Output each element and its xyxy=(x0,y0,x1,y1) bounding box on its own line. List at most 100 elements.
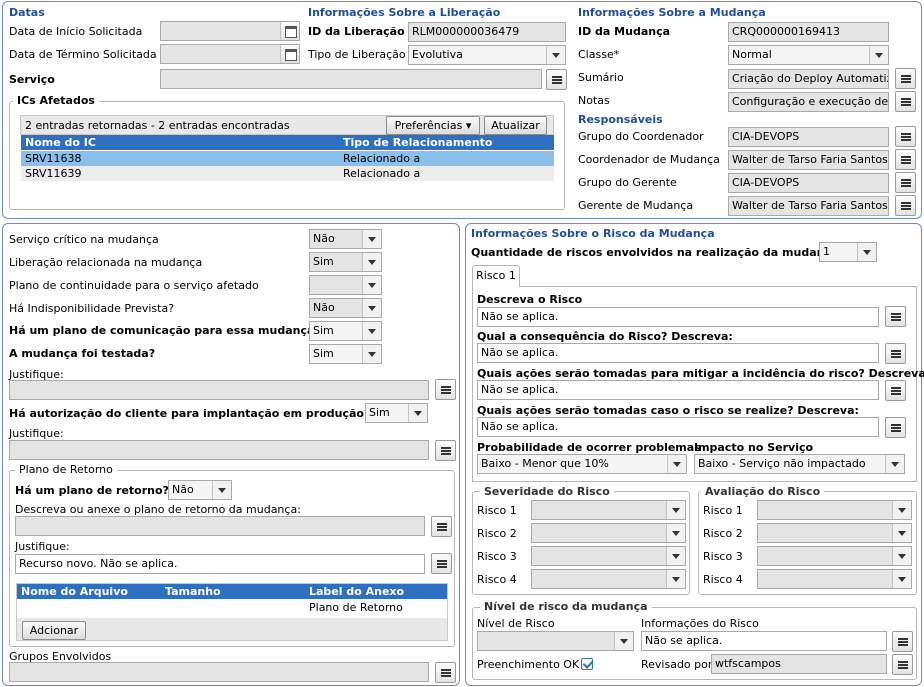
chevron-down-icon xyxy=(892,570,911,588)
severidade-risco-1-select[interactable] xyxy=(531,500,686,520)
tipo-liberacao-select[interactable]: Evolutiva xyxy=(408,45,566,65)
justifique-retorno-menu-button[interactable] xyxy=(431,553,452,574)
grupos-envolvidos-menu-button[interactable] xyxy=(435,662,456,683)
avaliacao-risco-3-label: Risco 3 xyxy=(703,550,743,563)
realize-field[interactable]: Não se aplica. xyxy=(477,417,879,437)
severidade-risco-3-select[interactable] xyxy=(531,546,686,566)
mitigar-label: Quais ações serão tomadas para mitigar a… xyxy=(477,367,924,380)
justifique1-menu-button[interactable] xyxy=(435,379,456,400)
mitigar-menu-button[interactable] xyxy=(885,380,906,401)
termino-field[interactable] xyxy=(160,44,300,64)
justifique1-field[interactable] xyxy=(9,380,429,400)
tipo-liberacao-label: Tipo de Liberação xyxy=(308,48,406,61)
has-retorno-select[interactable]: Não xyxy=(168,480,232,500)
probabilidade-label: Probabilidade de ocorrer problemas xyxy=(477,441,701,454)
avaliacao-title: Avaliação do Risco xyxy=(701,485,825,498)
descreva-risco-menu-button[interactable] xyxy=(885,306,906,327)
servico-field[interactable] xyxy=(160,69,542,89)
impacto-select[interactable]: Baixo - Serviço não impactado xyxy=(694,454,905,474)
chevron-down-icon xyxy=(892,524,911,542)
info-risco-menu-button[interactable] xyxy=(892,631,913,652)
realize-menu-button[interactable] xyxy=(885,417,906,438)
mitigar-field[interactable]: Não se aplica. xyxy=(477,380,879,400)
servico-menu-button[interactable] xyxy=(546,69,567,90)
qtd-riscos-select[interactable]: 1 xyxy=(819,242,877,262)
table-row[interactable]: Plano de Retorno xyxy=(17,600,447,615)
coordenador-menu-button[interactable] xyxy=(895,149,916,170)
chevron-down-icon xyxy=(666,547,685,565)
list-icon xyxy=(891,350,901,358)
inicio-field[interactable] xyxy=(160,21,300,41)
critico-select[interactable]: Não xyxy=(309,229,382,249)
notas-field[interactable]: Configuração e execução de pipe xyxy=(728,92,889,112)
gerente-menu-button[interactable] xyxy=(895,195,916,216)
critico-label: Serviço crítico na mudança xyxy=(9,233,159,246)
classe-select[interactable]: Normal xyxy=(728,45,889,65)
chevron-down-icon xyxy=(362,230,381,248)
avaliacao-risco-2-select[interactable] xyxy=(757,523,912,543)
atualizar-button[interactable]: Atualizar xyxy=(484,116,547,135)
calendar-icon[interactable] xyxy=(280,22,299,40)
tab-cover xyxy=(473,285,519,287)
consequencia-menu-button[interactable] xyxy=(885,343,906,364)
grupo-coordenador-field[interactable]: CIA-DEVOPS xyxy=(728,127,889,147)
descreva-risco-field[interactable]: Não se aplica. xyxy=(477,307,879,327)
adicionar-button[interactable]: Adcionar xyxy=(22,621,86,640)
grupos-envolvidos-field[interactable] xyxy=(9,662,429,682)
probabilidade-select[interactable]: Baixo - Menor que 10% xyxy=(477,454,687,474)
grupo-gerente-menu-button[interactable] xyxy=(895,172,916,193)
descreva-retorno-field[interactable] xyxy=(15,516,425,536)
preenchimento-checkbox[interactable] xyxy=(581,658,593,670)
severidade-risco-2-select[interactable] xyxy=(531,523,686,543)
autorizacao-select[interactable]: Sim xyxy=(365,403,428,423)
chevron-down-icon xyxy=(212,481,231,499)
justifique2-menu-button[interactable] xyxy=(435,440,456,461)
avaliacao-risco-1-select[interactable] xyxy=(757,500,912,520)
revisado-field[interactable]: wtfscampos xyxy=(711,654,887,674)
continuidade-select[interactable] xyxy=(309,275,382,295)
calendar-icon[interactable] xyxy=(280,45,299,63)
col-label-anexo[interactable]: Label do Anexo xyxy=(309,584,404,599)
consequencia-field[interactable]: Não se aplica. xyxy=(477,343,879,363)
liberacao-relacionada-select[interactable]: Sim xyxy=(309,252,382,272)
comunicacao-label: Há um plano de comunicação para essa mud… xyxy=(9,324,321,337)
testada-select[interactable]: Sim xyxy=(309,344,382,364)
table-row[interactable]: SRV11639 Relacionado a xyxy=(21,166,554,181)
list-icon xyxy=(891,387,901,395)
descreva-retorno-menu-button[interactable] xyxy=(431,516,452,537)
id-mudanca-field[interactable]: CRQ000000169413 xyxy=(728,22,889,42)
sumario-menu-button[interactable] xyxy=(895,68,916,89)
nivel-risco-select[interactable] xyxy=(477,631,634,651)
notas-menu-button[interactable] xyxy=(895,91,916,112)
preferencias-button[interactable]: Preferências ▾ xyxy=(386,116,480,135)
col-nome-ic[interactable]: Nome do IC xyxy=(25,135,96,150)
continuidade-label: Plano de continuidade para o serviço afe… xyxy=(9,279,259,292)
col-tipo-relacionamento[interactable]: Tipo de Relacionamento xyxy=(343,135,493,150)
grupo-gerente-label: Grupo do Gerente xyxy=(578,176,677,189)
comunicacao-select[interactable]: Sim xyxy=(309,321,382,341)
avaliacao-risco-4-select[interactable] xyxy=(757,569,912,589)
table-row[interactable]: SRV11638 Relacionado a xyxy=(21,151,554,166)
indisponibilidade-select[interactable]: Não xyxy=(309,298,382,318)
chevron-down-icon xyxy=(362,345,381,363)
sumario-field[interactable]: Criação do Deploy Automatizado xyxy=(728,69,889,89)
avaliacao-risco-3-select[interactable] xyxy=(757,546,912,566)
gerente-label: Gerente de Mudança xyxy=(578,199,694,212)
revisado-menu-button[interactable] xyxy=(892,654,913,675)
grupo-gerente-field[interactable]: CIA-DEVOPS xyxy=(728,173,889,193)
col-tamanho[interactable]: Tamanho xyxy=(165,584,221,599)
tab-risco-1[interactable]: Risco 1 xyxy=(472,265,520,287)
list-icon xyxy=(437,523,447,531)
severidade-risco-4-select[interactable] xyxy=(531,569,686,589)
classe-label: Classe* xyxy=(578,48,620,61)
coordenador-field[interactable]: Walter de Tarso Faria Santos de Campos xyxy=(728,150,889,170)
info-risco-field[interactable]: Não se aplica. xyxy=(641,631,887,651)
justifique2-field[interactable] xyxy=(9,440,429,460)
id-liberacao-field[interactable]: RLM000000036479 xyxy=(408,22,566,42)
col-nome-arquivo[interactable]: Nome do Arquivo xyxy=(21,584,128,599)
gerente-field[interactable]: Walter de Tarso Faria Santos de Campos xyxy=(728,196,889,216)
grupo-coordenador-menu-button[interactable] xyxy=(895,126,916,147)
justifique-retorno-field[interactable]: Recurso novo. Não se aplica. xyxy=(15,554,425,574)
list-icon xyxy=(552,76,562,84)
severidade-risco-1-label: Risco 1 xyxy=(477,504,517,517)
